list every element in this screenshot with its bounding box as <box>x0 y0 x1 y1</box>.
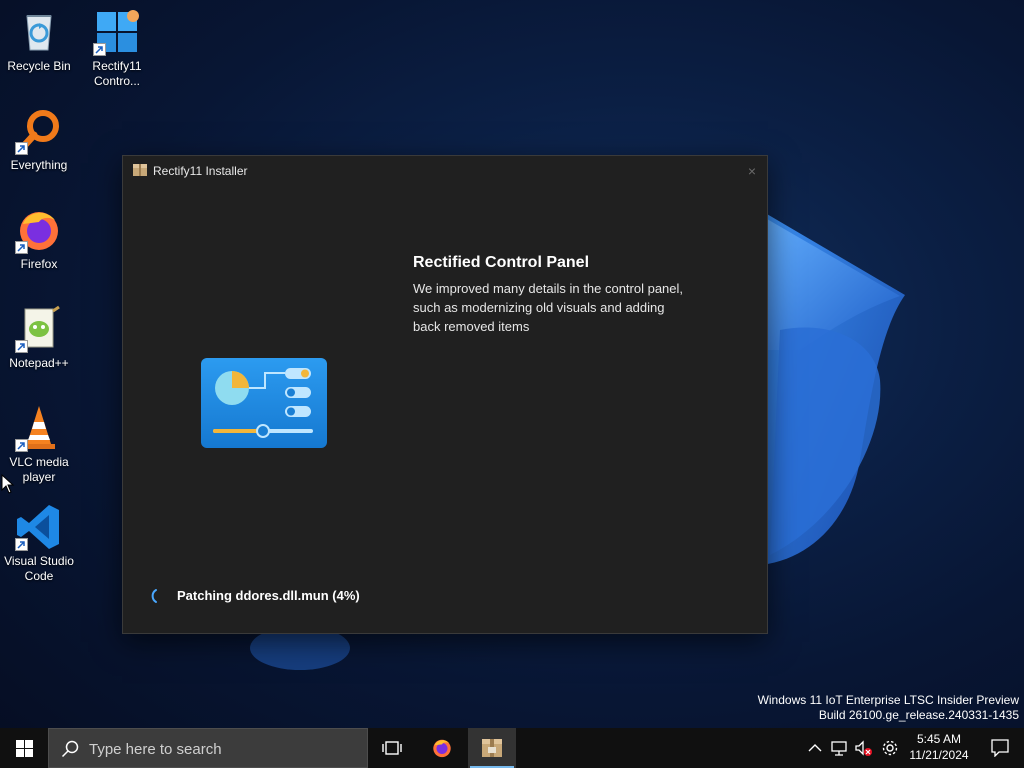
desktop-icon-label: Notepad++ <box>9 356 69 370</box>
taskbar-clock[interactable]: 5:45 AM 11/21/2024 <box>900 731 978 763</box>
shortcut-arrow-icon <box>15 439 28 452</box>
desktop-icon-notepad-plus-plus[interactable]: Notepad++ <box>1 305 77 371</box>
section-description: We improved many details in the control … <box>413 281 684 334</box>
start-button[interactable] <box>0 728 48 768</box>
clock-date: 11/21/2024 <box>909 748 969 762</box>
task-view-button[interactable] <box>368 728 416 768</box>
firefox-icon <box>433 739 451 758</box>
mouse-cursor-icon <box>1 474 15 494</box>
taskbar-firefox-button[interactable] <box>418 728 466 768</box>
installer-title: Rectify11 Installer <box>153 164 248 178</box>
os-watermark: Windows 11 IoT Enterprise LTSC Insider P… <box>758 693 1019 723</box>
search-icon <box>61 740 79 758</box>
shortcut-arrow-icon <box>93 43 106 56</box>
notification-icon <box>991 739 1009 757</box>
installer-box-icon <box>482 739 502 757</box>
desktop-icon-label: Recycle Bin <box>7 59 71 73</box>
volume-muted-icon[interactable] <box>853 738 873 758</box>
close-button[interactable]: × <box>743 162 761 180</box>
search-input[interactable] <box>87 737 351 761</box>
clock-time: 5:45 AM <box>916 732 962 746</box>
installer-window[interactable]: Rectify11 Installer × Rectified Control … <box>122 155 768 634</box>
vscode-icon <box>15 503 63 551</box>
shortcut-arrow-icon <box>15 142 28 155</box>
section-heading: Rectified Control Panel <box>413 254 590 271</box>
installer-titlebar[interactable]: Rectify11 Installer × <box>123 156 767 186</box>
watermark-build: Build 26100.ge_release.240331-1435 <box>818 708 1019 722</box>
taskbar-search-box[interactable] <box>48 728 368 768</box>
network-icon[interactable] <box>829 738 849 758</box>
progress-spinner-icon <box>151 589 157 603</box>
control-panel-illustration-icon <box>201 358 327 448</box>
desktop-icon-rectify11-control[interactable]: Rectify11 Contro... <box>79 8 155 89</box>
desktop-icon-label: Everything <box>10 158 68 172</box>
vlc-cone-icon <box>15 404 63 452</box>
task-view-icon <box>382 741 402 755</box>
gear-icon[interactable] <box>880 738 900 758</box>
notepad-plus-plus-icon <box>15 305 63 353</box>
rectify11-control-panel-icon <box>93 8 141 56</box>
action-center-button[interactable] <box>980 728 1024 768</box>
recycle-bin-icon <box>15 8 63 56</box>
firefox-icon <box>15 206 63 254</box>
windows-logo-icon <box>16 740 33 757</box>
chevron-up-icon[interactable] <box>805 738 825 758</box>
installer-box-icon <box>133 164 147 176</box>
desktop-icon-label: Rectify11 Contro... <box>92 59 142 88</box>
taskbar: 5:45 AM 11/21/2024 <box>0 728 1024 768</box>
desktop-icon-vscode[interactable]: Visual Studio Code <box>1 503 77 584</box>
desktop-icon-firefox[interactable]: Firefox <box>1 206 77 272</box>
desktop-icon-recycle-bin[interactable]: Recycle Bin <box>1 8 77 74</box>
desktop-icon-label: Firefox <box>20 257 58 271</box>
desktop-icon-everything[interactable]: Everything <box>1 107 77 173</box>
desktop-icon-label: VLC media player <box>9 455 69 484</box>
install-status-text: Patching ddores.dll.mun (4%) <box>177 588 360 603</box>
desktop-icon-label: Visual Studio Code <box>4 554 74 583</box>
shortcut-arrow-icon <box>15 241 28 254</box>
taskbar-installer-button[interactable] <box>468 728 516 768</box>
watermark-edition: Windows 11 IoT Enterprise LTSC Insider P… <box>757 693 1019 707</box>
shortcut-arrow-icon <box>15 340 28 353</box>
shortcut-arrow-icon <box>15 538 28 551</box>
everything-search-icon <box>15 107 63 155</box>
desktop-icon-vlc[interactable]: VLC media player <box>1 404 77 485</box>
